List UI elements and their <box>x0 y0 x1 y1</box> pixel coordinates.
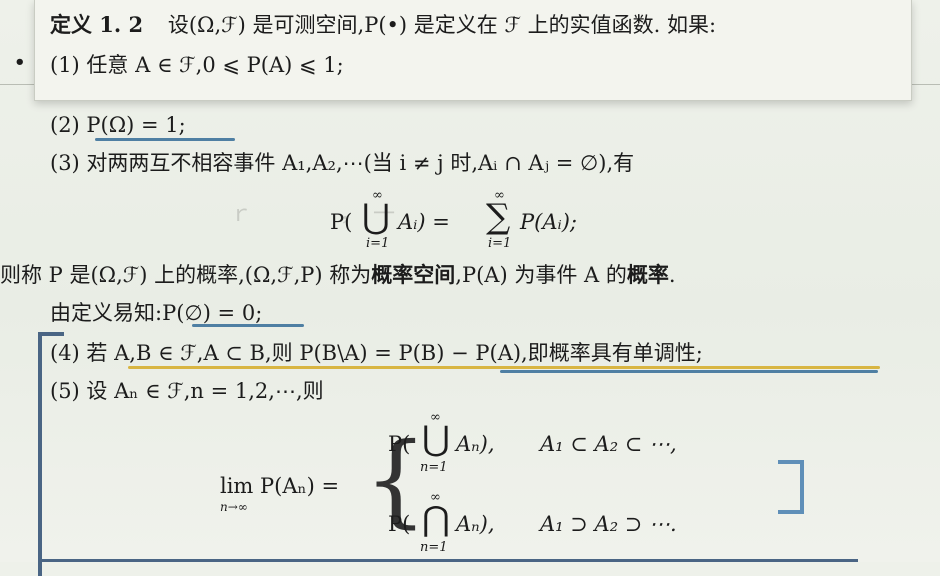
case-1-p-open: P( <box>388 432 411 456</box>
case-2-big-intersection: ⋂ <box>422 499 450 539</box>
case-1-lower-limit: n=1 <box>420 460 448 475</box>
conclusion-text-b: ,P(A) 为事件 A 的 <box>455 263 627 287</box>
case-2-condition: A₁ ⊃ A₂ ⊃ ⋯. <box>540 512 677 536</box>
underline-monotonicity <box>500 370 878 373</box>
union-lower-limit: i=1 <box>366 236 390 251</box>
underline-p-empty <box>192 324 304 327</box>
textbook-page: ｒ ， 一 • 定义 1. 2 设(Ω,ℱ) 是可测空间,P(•) 是定义在 ℱ… <box>0 0 940 576</box>
case-1-arg: Aₙ), <box>456 432 495 456</box>
conclusion-text-a: 则称 P 是(Ω,ℱ) 上的概率,(Ω,ℱ,P) 称为 <box>0 263 372 287</box>
highlight-monotonicity <box>128 366 880 369</box>
bullet-dot: • <box>14 52 26 73</box>
easy-suffix: ; <box>255 301 263 325</box>
lim-label: lim P(Aₙ) = <box>220 474 340 498</box>
definition-intro-line: 定义 1. 2 设(Ω,ℱ) 是可测空间,P(•) 是定义在 ℱ 上的实值函数.… <box>50 12 716 38</box>
sum-lower-limit: i=1 <box>488 236 512 251</box>
item-3-union-arg: Aᵢ) = <box>398 210 450 234</box>
item-3-text: (3) 对两两互不相容事件 A₁,A₂,⋯(当 i ≠ j 时,Aᵢ ∩ Aⱼ … <box>50 151 635 175</box>
easy-consequence-line: 由定义易知:P(∅) = 0; <box>50 300 262 326</box>
item-1: (1) 任意 A ∈ ℱ,0 ⩽ P(A) ⩽ 1; <box>50 53 344 77</box>
case-1-big-union: ⋃ <box>422 419 450 459</box>
p-empty-formula: P(∅) = 0 <box>162 301 256 325</box>
definition-intro: 设(Ω,ℱ) 是可测空间,P(•) 是定义在 ℱ 上的实值函数. 如果: <box>167 13 717 37</box>
big-sum-symbol: ∑ <box>486 197 511 237</box>
definition-heading: 定义 1. 2 <box>50 12 144 37</box>
big-union-symbol: ⋃ <box>362 197 390 237</box>
case-2-arg: Aₙ), <box>456 512 495 536</box>
item-5: (5) 设 Aₙ ∈ ℱ,n = 1,2,⋯,则 <box>50 379 324 403</box>
case-1-condition: A₁ ⊂ A₂ ⊂ ⋯, <box>540 432 677 456</box>
case-2-p-open: P( <box>388 512 411 536</box>
lim-subscript: n→∞ <box>220 500 248 514</box>
term-probability-space: 概率空间 <box>371 262 456 287</box>
case-2-lower-limit: n=1 <box>420 540 448 555</box>
item-4: (4) 若 A,B ∈ ℱ,A ⊂ B,则 P(B\A) = P(B) − P(… <box>50 341 703 365</box>
item-3-sum-arg: P(Aᵢ); <box>520 210 577 234</box>
conclusion-line: 则称 P 是(Ω,ℱ) 上的概率,(Ω,ℱ,P) 称为概率空间,P(A) 为事件… <box>0 262 676 288</box>
term-probability: 概率 <box>626 262 669 287</box>
underline-p-omega <box>95 138 235 141</box>
easy-prefix: 由定义易知: <box>50 301 163 325</box>
margin-bracket-left <box>38 332 64 576</box>
item-2: (2) P(Ω) = 1; <box>50 113 186 137</box>
item-3-p-open: P( <box>330 210 353 234</box>
conclusion-end: . <box>668 263 676 287</box>
margin-bracket-right <box>778 460 804 514</box>
